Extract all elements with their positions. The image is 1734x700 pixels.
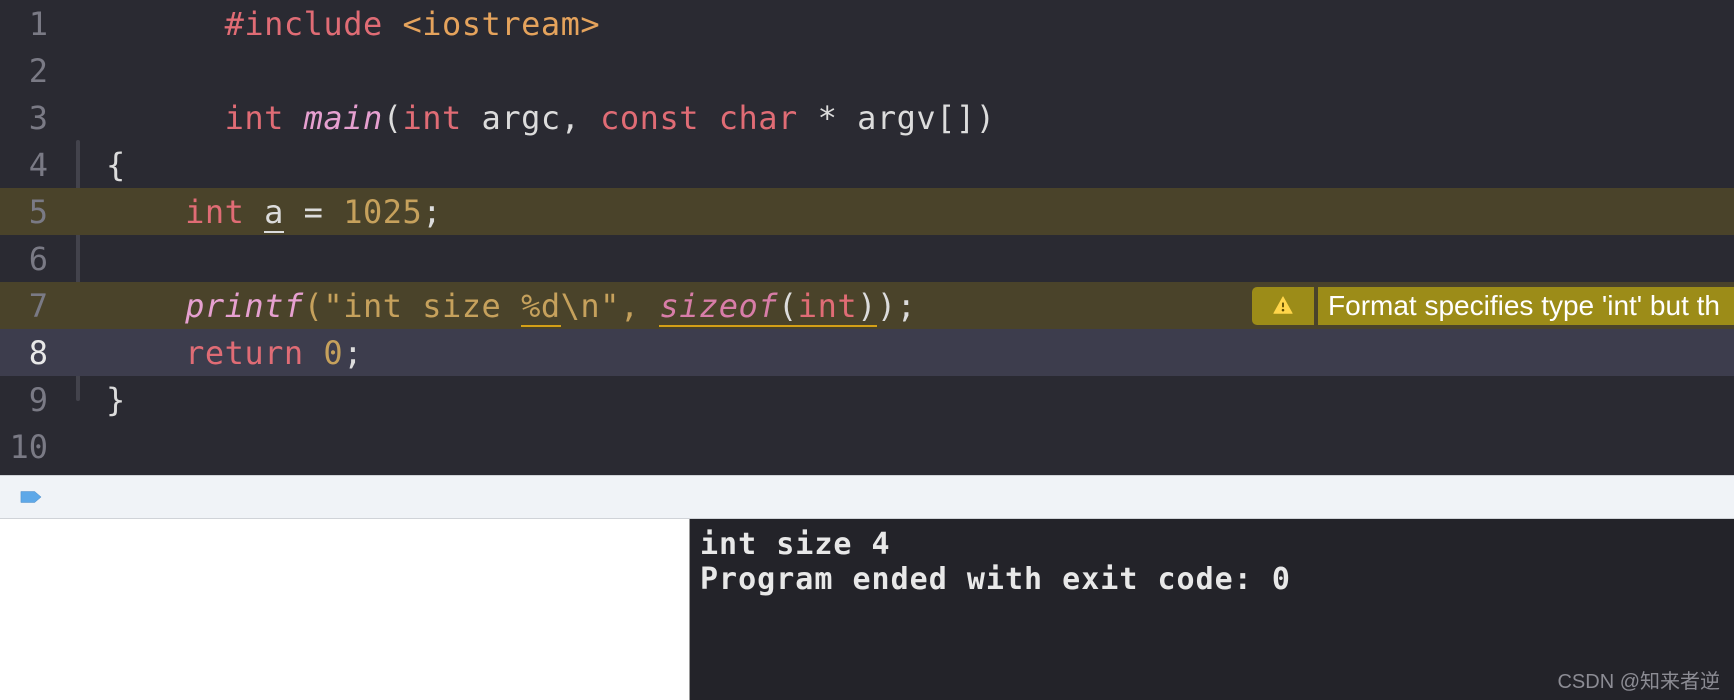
parameter: argc: [482, 99, 561, 137]
line-number: 9: [0, 381, 58, 419]
watermark: CSDN @知来者逆: [1557, 665, 1720, 694]
code-line[interactable]: 10: [0, 423, 1734, 470]
string-open: (": [304, 287, 344, 325]
close-brace: }: [106, 381, 126, 419]
pointer-star: *: [798, 99, 857, 137]
number-literal: 0: [323, 334, 343, 372]
assign-op: =: [284, 193, 343, 231]
warning-annotation[interactable]: Format specifies type 'int' but th: [1252, 282, 1734, 329]
keyword-const: const: [600, 99, 699, 137]
console-output[interactable]: int size 4 Program ended with exit code:…: [690, 519, 1734, 700]
variable-a: a: [264, 193, 284, 233]
close-paren: ): [877, 287, 897, 325]
sizeof-open-paren: (: [778, 287, 798, 327]
type-keyword: int: [185, 193, 244, 231]
semicolon: ;: [897, 287, 917, 325]
code-line[interactable]: 4 {: [0, 141, 1734, 188]
line-number: 8: [0, 334, 58, 372]
function-name: main: [304, 99, 383, 137]
line-number: 7: [0, 287, 58, 325]
line-number: 5: [0, 193, 58, 231]
code-line[interactable]: 3 int main(int argc, const char * argv[]…: [0, 94, 1734, 141]
sizeof-close-paren: ): [857, 287, 877, 327]
variables-pane[interactable]: [0, 519, 690, 700]
sizeof-operator: sizeof: [659, 287, 778, 327]
parameter: argv: [857, 99, 936, 137]
warning-triangle-icon: [1272, 295, 1294, 317]
line-number: 2: [0, 52, 58, 90]
string-close: ",: [600, 287, 659, 325]
code-line[interactable]: 9 }: [0, 376, 1734, 423]
comma: ,: [561, 99, 601, 137]
keyword-return: return: [185, 334, 304, 372]
line-number: 10: [0, 428, 58, 466]
breadcrumb-bar[interactable]: [0, 475, 1734, 519]
open-brace: {: [106, 146, 126, 184]
console-line: Program ended with exit code: 0: [700, 562, 1291, 597]
debug-panel: int size 4 Program ended with exit code:…: [0, 519, 1734, 700]
sizeof-type: int: [798, 287, 857, 327]
line-number: 3: [0, 99, 58, 137]
console-line: int size 4: [700, 527, 891, 562]
warning-icon-box[interactable]: [1252, 287, 1314, 325]
function-call-printf: printf: [185, 287, 304, 325]
escape-sequence: \n: [561, 287, 601, 325]
code-editor[interactable]: 1 #include <iostream> 2 3 int main(int a…: [0, 0, 1734, 475]
string-body: int size: [343, 287, 521, 325]
brackets: []: [936, 99, 976, 137]
type-keyword: int: [402, 99, 461, 137]
preprocessor-directive: #include: [225, 5, 383, 43]
format-specifier: %d: [521, 287, 561, 327]
line-number: 1: [0, 5, 58, 43]
code-line-current[interactable]: 8 return 0;: [0, 329, 1734, 376]
semicolon: ;: [343, 334, 363, 372]
tag-icon: [20, 490, 42, 504]
number-literal: 1025: [343, 193, 422, 231]
type-keyword: char: [719, 99, 798, 137]
warning-message[interactable]: Format specifies type 'int' but th: [1318, 287, 1734, 325]
line-number: 4: [0, 146, 58, 184]
code-line[interactable]: 1 #include <iostream>: [0, 0, 1734, 47]
semicolon: ;: [422, 193, 442, 231]
code-line[interactable]: 5 int a = 1025;: [0, 188, 1734, 235]
code-line[interactable]: 6: [0, 235, 1734, 282]
type-keyword: int: [225, 99, 284, 137]
line-number: 6: [0, 240, 58, 278]
include-header: <iostream>: [402, 5, 600, 43]
code-line[interactable]: 7 printf("int size %d\n", sizeof(int)); …: [0, 282, 1734, 329]
